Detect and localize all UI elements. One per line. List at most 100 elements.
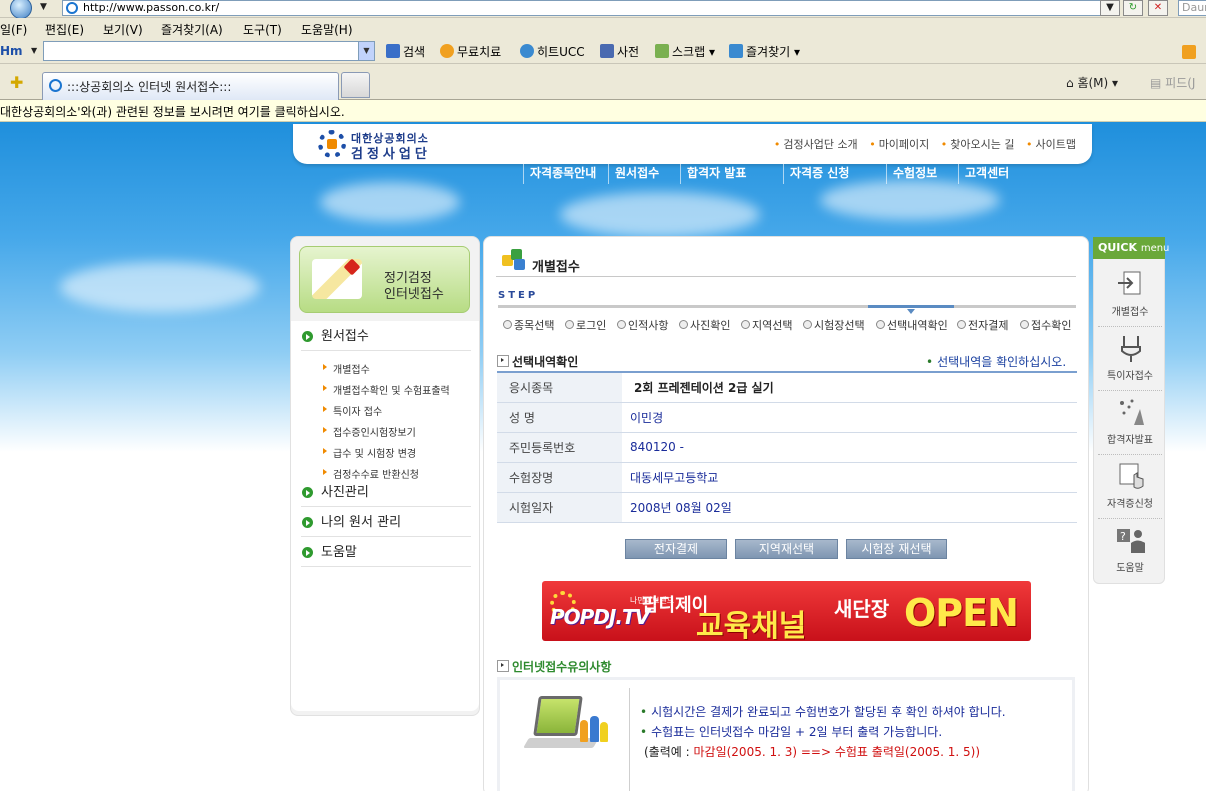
selection-table: 응시종목 2회 프레젠테이션 2급 실기 성 명 이민경 주민등록번호 8401… (497, 371, 1077, 523)
ie-tab-icon (49, 79, 62, 92)
quick-menu-header: QUICK menu (1093, 237, 1169, 259)
lnb-my-applications[interactable]: 나의 원서 관리 (301, 509, 471, 537)
lnb-sub-change[interactable]: 급수 및 시험장 변경 (323, 445, 416, 460)
blocks-icon (502, 247, 528, 271)
browser-search-input[interactable]: Daum (1178, 0, 1206, 16)
green-arrow-icon (302, 517, 313, 528)
page-title: 개별접수 (532, 260, 580, 275)
row-label: 성 명 (497, 402, 622, 433)
step-item: 로그인 (565, 317, 606, 333)
daum-toolbar: Hm ▼ ▼ 검색 무료치료 히트UCC 사전 스크랩 ▾ 즐겨찾기 ▾ (0, 40, 1206, 64)
toolbar-favorites-button[interactable]: 즐겨찾기 ▾ (729, 43, 800, 60)
lnb-application[interactable]: 원서접수 (301, 323, 471, 351)
table-row: 성 명 이민경 (497, 402, 1077, 433)
left-menu-list: 원서접수 개별접수 개별접수확인 및 수험표출력 특이자 접수 접수증인시험장보… (291, 321, 479, 711)
toolbar-search-input[interactable]: ▼ (43, 41, 375, 61)
cloud-decoration (60, 262, 260, 312)
step-progress-track (498, 305, 1076, 308)
gnb-item-exam-info[interactable]: 수험정보 (886, 162, 937, 184)
toolbar-search-dropdown-icon[interactable]: ▼ (358, 42, 374, 60)
menu-view[interactable]: 보기(V) (103, 21, 143, 38)
tab-bar: ✚ :::상공회의소 인터넷 원서접수::: ⌂ 홈(M) ▾ ▤ 피드(J (0, 64, 1206, 100)
logo-dept-name[interactable]: 검정사업단 (351, 143, 431, 162)
document-arrow-icon (1118, 271, 1141, 295)
row-value: 2008년 08월 02일 (622, 492, 1077, 523)
gnb-item-certificate[interactable]: 자격증 신청 (783, 162, 849, 184)
main-content: 개별접수 STEP 종목선택 로그인 인적사항 사진확인 지역선택 시험장선택 … (483, 236, 1089, 791)
row-value: 840120 - (622, 432, 1077, 463)
row-label: 주민등록번호 (497, 432, 622, 463)
toolbar-hit-ucc-button[interactable]: 히트UCC (520, 43, 585, 60)
notice-line: 시험시간은 결제가 완료되고 수험번호가 할당된 후 확인 하셔야 합니다. (640, 703, 1006, 720)
gnb-item-qualifications[interactable]: 자격종목안내 (523, 162, 596, 184)
quick-results[interactable]: 합격자발표 (1098, 391, 1162, 455)
link-directions[interactable]: 찾아오시는 길 (941, 138, 1015, 151)
gnb-item-application[interactable]: 원서접수 (608, 162, 659, 184)
lnb-sub-individual[interactable]: 개별접수 (323, 361, 370, 376)
menu-tools[interactable]: 도구(T) (243, 21, 282, 38)
information-bar[interactable]: 대한상공회의소'와(과) 관련된 정보를 보시려면 여기를 클릭하십시오. (0, 100, 1206, 122)
link-mypage[interactable]: 마이페이지 (869, 138, 929, 151)
quick-certificate[interactable]: 자격증신청 (1098, 455, 1162, 519)
toolbar-free-treat-button[interactable]: 무료치료 (440, 43, 501, 60)
step-item: 지역선택 (741, 317, 792, 333)
regular-exam-banner[interactable]: 정기검정 인터넷접수 (299, 246, 470, 313)
lnb-sub-confirm-print[interactable]: 개별접수확인 및 수험표출력 (323, 382, 450, 397)
ad-renewal: 새단장 (834, 597, 890, 621)
notice-section-title: 인터넷접수유의사항 (497, 658, 611, 675)
step-item: 전자결제 (957, 317, 1008, 333)
lnb-photo[interactable]: 사진관리 (301, 479, 471, 507)
lnb-sub-special[interactable]: 특이자 접수 (323, 403, 382, 418)
toolbar-extra-icon[interactable] (1182, 45, 1196, 59)
lnb-sub-receipt-venue[interactable]: 접수증인시험장보기 (323, 424, 416, 439)
toolbar-search-button[interactable]: 검색 (386, 43, 425, 60)
banner-line-2: 인터넷접수 (384, 287, 444, 302)
tab-active[interactable]: :::상공회의소 인터넷 원서접수::: (42, 72, 339, 100)
table-row: 시험일자 2008년 08월 02일 (497, 492, 1077, 523)
menu-file[interactable]: 일(F) (0, 21, 27, 38)
row-value: 이민경 (622, 402, 1077, 433)
notice-box: 시험시간은 결제가 완료되고 수험번호가 할당된 후 확인 하셔야 합니다. 수… (497, 677, 1075, 791)
quick-individual-application[interactable]: 개별접수 (1098, 263, 1162, 327)
back-dropdown-icon[interactable]: ▼ (40, 2, 47, 12)
ad-open: OPEN (904, 591, 1019, 635)
book-icon (600, 44, 614, 58)
popdj-ad-banner[interactable]: POPDJ.TV 나만의브랜드 팝디제이 교육채널 새단장 OPEN (542, 581, 1031, 641)
toolbar-dictionary-button[interactable]: 사전 (600, 43, 639, 60)
link-about[interactable]: 검정사업단 소개 (774, 138, 858, 151)
reselect-venue-button[interactable]: 시험장 재선택 (846, 539, 947, 559)
green-arrow-icon (302, 331, 313, 342)
green-arrow-icon (302, 547, 313, 558)
address-input[interactable]: http://www.passon.co.kr/ (62, 0, 1117, 16)
address-bar-row: ▼ http://www.passon.co.kr/ ▼ ↻ ✕ Daum (0, 0, 1206, 19)
toolbar-logo[interactable]: Hm (0, 44, 23, 58)
home-button[interactable]: ⌂ 홈(M) ▾ (1066, 74, 1118, 91)
chamber-logo-icon[interactable] (318, 130, 346, 158)
scrap-icon (655, 44, 669, 58)
menu-favorites[interactable]: 즐겨찾기(A) (161, 21, 223, 38)
lnb-help[interactable]: 도움말 (301, 539, 471, 567)
menu-edit[interactable]: 편집(E) (45, 21, 84, 38)
toolbar-logo-dropdown-icon[interactable]: ▼ (31, 46, 37, 55)
stop-button[interactable]: ✕ (1148, 0, 1168, 16)
web-page: 대한상공회의소 검정사업단 검정사업단 소개 마이페이지 찾아오시는 길 사이트… (0, 122, 1206, 791)
back-button[interactable] (10, 0, 32, 19)
link-sitemap[interactable]: 사이트맵 (1026, 138, 1076, 151)
new-tab-button[interactable] (341, 72, 370, 98)
row-label: 수험장명 (497, 462, 622, 493)
address-dropdown-button[interactable]: ▼ (1100, 0, 1120, 16)
quick-special-application[interactable]: 특이자접수 (1098, 327, 1162, 391)
plug-icon (1121, 336, 1141, 362)
gnb-item-support[interactable]: 고객센터 (958, 162, 1009, 184)
toolbar-scrap-button[interactable]: 스크랩 ▾ (655, 43, 715, 60)
feed-button[interactable]: ▤ 피드(J (1150, 74, 1195, 91)
reselect-region-button[interactable]: 지역재선택 (735, 539, 838, 559)
laptop-people-illustration (522, 696, 612, 766)
refresh-button[interactable]: ↻ (1123, 0, 1143, 16)
gnb-item-results[interactable]: 합격자 발표 (680, 162, 746, 184)
electronic-payment-button[interactable]: 전자결제 (625, 539, 727, 559)
favorites-star-icon[interactable]: ✚ (10, 73, 23, 92)
quick-help[interactable]: ? 도움말 (1098, 519, 1162, 583)
green-arrow-icon (302, 487, 313, 498)
menu-help[interactable]: 도움말(H) (301, 21, 353, 38)
